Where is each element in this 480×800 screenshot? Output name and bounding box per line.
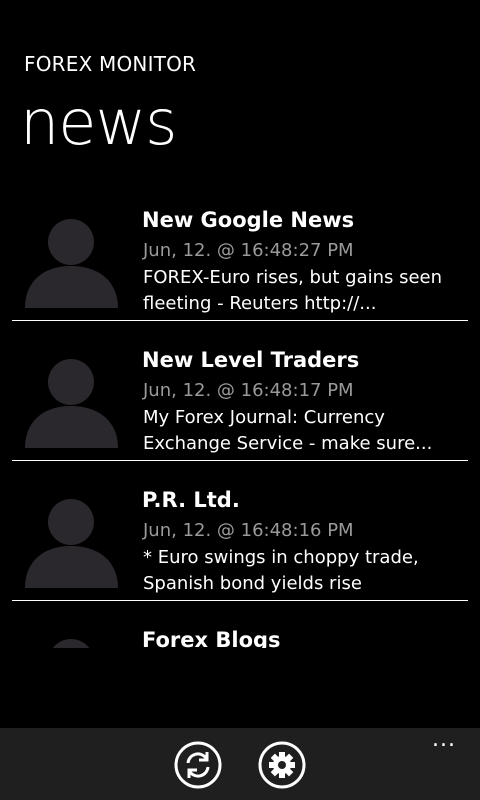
- avatar-placeholder-icon: [25, 218, 118, 308]
- news-source: New Google News: [142, 208, 355, 232]
- news-summary-line: fleeting - Reuters http://...: [143, 293, 377, 314]
- news-item[interactable]: New Google News Jun, 12. @ 16:48:27 PM F…: [0, 200, 480, 340]
- news-timestamp: Jun, 12. @ 16:48:17 PM: [143, 380, 354, 401]
- news-summary: FOREX-Euro rises, but gains seen fleetin…: [143, 265, 463, 317]
- settings-icon: [258, 741, 306, 789]
- page-title: news: [20, 86, 177, 159]
- divider: [12, 460, 468, 461]
- news-item[interactable]: Forex Blogs: [0, 620, 480, 648]
- news-summary-line: * Euro swings in choppy trade,: [143, 547, 419, 568]
- avatar-placeholder-icon: [25, 638, 118, 648]
- news-summary: My Forex Journal: Currency Exchange Serv…: [143, 405, 463, 457]
- news-list: New Google News Jun, 12. @ 16:48:27 PM F…: [0, 200, 480, 648]
- avatar-placeholder-icon: [25, 358, 118, 448]
- settings-button[interactable]: [258, 741, 306, 789]
- news-source: Forex Blogs: [142, 628, 281, 648]
- news-summary-line: FOREX-Euro rises, but gains seen: [143, 267, 443, 288]
- more-options-button[interactable]: ...: [424, 729, 464, 756]
- avatar-placeholder-icon: [25, 498, 118, 588]
- divider: [12, 600, 468, 601]
- news-summary: * Euro swings in choppy trade, Spanish b…: [143, 545, 463, 597]
- news-source: P.R. Ltd.: [142, 488, 240, 512]
- news-item[interactable]: New Level Traders Jun, 12. @ 16:48:17 PM…: [0, 340, 480, 480]
- news-item[interactable]: P.R. Ltd. Jun, 12. @ 16:48:16 PM * Euro …: [0, 480, 480, 620]
- refresh-icon: [174, 741, 222, 789]
- divider: [12, 320, 468, 321]
- news-timestamp: Jun, 12. @ 16:48:27 PM: [143, 240, 354, 261]
- refresh-button[interactable]: [174, 741, 222, 789]
- app-title: FOREX MONITOR: [24, 52, 197, 76]
- news-source: New Level Traders: [142, 348, 360, 372]
- news-summary-line: Exchange Service - make sure...: [143, 433, 433, 454]
- application-bar: ...: [0, 728, 480, 800]
- news-summary-line: My Forex Journal: Currency: [143, 407, 385, 428]
- news-timestamp: Jun, 12. @ 16:48:16 PM: [143, 520, 354, 541]
- news-summary-line: Spanish bond yields rise: [143, 573, 362, 594]
